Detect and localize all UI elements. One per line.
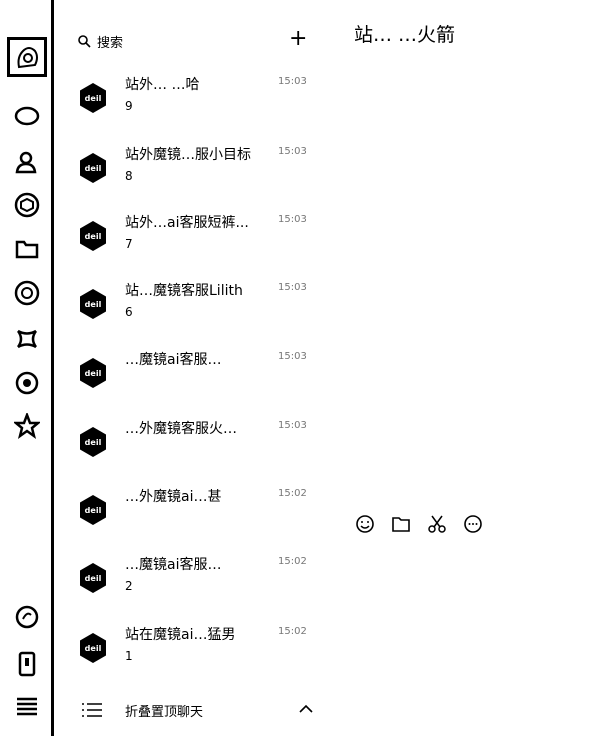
menu-icon[interactable]	[13, 692, 41, 720]
chat-time: 15:02	[278, 626, 307, 637]
chevron-up-icon[interactable]	[299, 704, 313, 714]
emoji-icon[interactable]	[354, 513, 376, 535]
chat-name: 站外…ai客服短裤...	[125, 215, 249, 231]
chat-time: 15:02	[278, 488, 307, 499]
chat-avatar-icon: deil	[80, 427, 106, 457]
fold-label: 折叠置顶聊天	[125, 705, 204, 720]
chat-list-item[interactable]: deil …外魔镜ai…甚 15:02	[57, 480, 320, 548]
add-button[interactable]: +	[289, 26, 307, 52]
chat-list-item[interactable]: deil 站外… …哈 15:03 9	[57, 68, 320, 136]
chat-unread-count: 1	[125, 649, 133, 663]
chat-name: …魔镜ai客服…	[125, 352, 222, 368]
chat-avatar-icon: deil	[80, 83, 106, 113]
folder-icon[interactable]	[13, 235, 41, 263]
fold-pinned-chats[interactable]: 折叠置顶聊天	[57, 693, 320, 727]
chat-avatar-icon: deil	[80, 289, 106, 319]
conversation-title: 站… …火箭	[354, 24, 456, 46]
chat-list-panel: 搜索 + deil 站外… …哈 15:03 9 deil 站外魔镜…服小目标 15:03 8…	[57, 0, 320, 736]
chat-avatar-icon: deil	[80, 633, 106, 663]
chat-unread-count: 2	[125, 579, 133, 593]
chat-time: 15:03	[278, 214, 307, 225]
chat-list-item[interactable]: deil 站外魔镜…服小目标 15:03 8	[57, 138, 320, 206]
chat-name: …外魔镜ai…甚	[125, 489, 222, 505]
chat-time: 15:03	[278, 76, 307, 87]
input-toolbar	[354, 513, 484, 535]
chat-name: 站在魔镜ai…猛男	[125, 627, 236, 643]
scissors-icon[interactable]	[426, 513, 448, 535]
user-avatar[interactable]	[7, 37, 47, 77]
chat-list-item[interactable]: deil …魔镜ai客服… 15:02 2	[57, 548, 320, 616]
chat-list-item[interactable]: deil 站在魔镜ai…猛男 15:02 1	[57, 618, 320, 686]
svg-text:deil: deil	[85, 232, 102, 241]
chat-avatar-icon: deil	[80, 358, 106, 388]
chat-list-item[interactable]: deil 站…魔镜客服Lilith 15:03 6	[57, 274, 320, 342]
chat-time: 15:03	[278, 351, 307, 362]
chat-list-item[interactable]: deil …外魔镜客服火… 15:03	[57, 412, 320, 480]
search-icon	[78, 35, 91, 48]
list-icon	[82, 703, 102, 717]
svg-text:deil: deil	[85, 506, 102, 515]
star-icon[interactable]	[13, 412, 41, 440]
chat-avatar-icon: deil	[80, 563, 106, 593]
chat-unread-count: 7	[125, 237, 133, 251]
svg-text:deil: deil	[85, 94, 102, 103]
settings-icon[interactable]	[13, 369, 41, 397]
chat-time: 15:02	[278, 556, 307, 567]
folder-icon[interactable]	[390, 513, 412, 535]
chat-name: …魔镜ai客服…	[125, 557, 222, 573]
chat-unread-count: 6	[125, 305, 133, 319]
phone-icon[interactable]	[13, 650, 41, 678]
chat-avatar-icon: deil	[80, 495, 106, 525]
chat-unread-count: 9	[125, 99, 133, 113]
chat-list-item[interactable]: deil …魔镜ai客服… 15:03	[57, 343, 320, 411]
moments-icon[interactable]	[13, 279, 41, 307]
bottom-circle-icon[interactable]	[13, 603, 41, 631]
chat-icon[interactable]	[13, 102, 41, 130]
chat-avatar-icon: deil	[80, 221, 106, 251]
avatar-icon	[17, 47, 38, 69]
svg-text:deil: deil	[85, 164, 102, 173]
chat-name: …外魔镜客服火…	[125, 421, 237, 437]
chat-bubble-icon[interactable]	[462, 513, 484, 535]
svg-text:deil: deil	[85, 300, 102, 309]
chat-time: 15:03	[278, 146, 307, 157]
search-box[interactable]: 搜索	[77, 28, 247, 54]
mini-program-icon[interactable]	[13, 325, 41, 353]
chat-time: 15:03	[278, 282, 307, 293]
chat-time: 15:03	[278, 420, 307, 431]
search-label: 搜索	[97, 35, 124, 51]
chat-list-item[interactable]: deil 站外…ai客服短裤... 15:03 7	[57, 206, 320, 274]
sidebar	[0, 0, 54, 736]
chat-name: 站…魔镜客服Lilith	[125, 283, 243, 299]
svg-text:deil: deil	[85, 574, 102, 583]
svg-text:deil: deil	[85, 438, 102, 447]
cube-icon[interactable]	[13, 191, 41, 219]
svg-text:deil: deil	[85, 369, 102, 378]
chat-avatar-icon: deil	[80, 153, 106, 183]
contacts-icon[interactable]	[13, 148, 41, 176]
chat-unread-count: 8	[125, 169, 133, 183]
chat-name: 站外… …哈	[125, 77, 200, 93]
chat-name: 站外魔镜…服小目标	[125, 147, 251, 163]
svg-text:deil: deil	[85, 644, 102, 653]
